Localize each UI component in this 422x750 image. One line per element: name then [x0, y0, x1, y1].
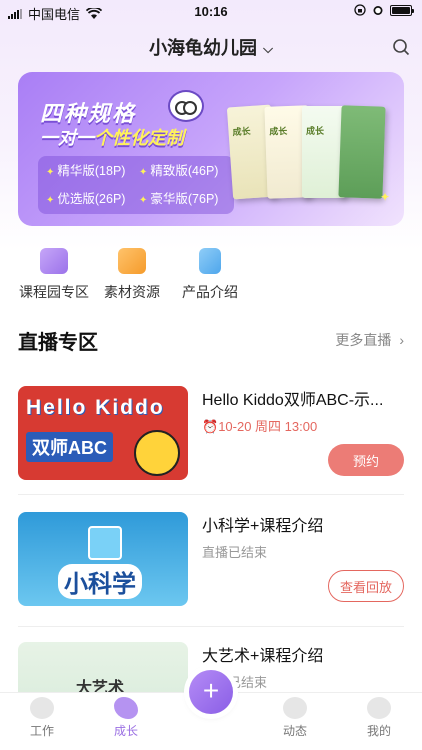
tab-work[interactable]: 工作 [12, 697, 72, 739]
alarm-clock-icon: ⏰ [202, 419, 219, 434]
status-bar: 中国电信 10:16 [0, 0, 422, 24]
live-section-header: 直播专区 更多直播 › [18, 324, 404, 354]
section-title: 直播专区 [18, 332, 98, 354]
reserve-button[interactable]: 预约 [328, 444, 404, 476]
live-card-status: 直播已结束 [202, 545, 268, 560]
spec-item: 优选版(26P) [46, 188, 133, 210]
app-screen: 中国电信 10:16 小海龟幼儿园 ⌵ 四种规格 一对一个性化定制 精华版(18P… [0, 0, 422, 750]
live-card-time: 10-20 周四 13:00 [218, 419, 318, 434]
more-live-link[interactable]: 更多直播 › [335, 330, 404, 350]
quick-link-label: 课程园专区 [19, 284, 89, 300]
quick-link-materials[interactable]: 素材资源 [102, 248, 162, 302]
live-card[interactable]: Hello Kiddo 双师ABC Hello Kiddo双师ABC-示... … [18, 386, 404, 482]
banner-subheadline: 一对一个性化定制 [40, 128, 184, 148]
kindergarten-selector[interactable]: 小海龟幼儿园 ⌵ [0, 34, 422, 60]
course-book-icon [40, 248, 68, 274]
tab-moments[interactable]: 动态 [265, 697, 325, 739]
planet-icon [283, 697, 307, 719]
live-card-title: 大艺术+课程介绍 [202, 648, 324, 665]
battery-icon [390, 4, 414, 16]
kindergarten-name: 小海龟幼儿园 [149, 38, 258, 58]
alarm-icon [373, 6, 383, 15]
rotation-lock-icon [354, 4, 366, 16]
tab-mine[interactable]: 我的 [349, 697, 409, 739]
book-cover-image [338, 105, 386, 199]
folder-icon [118, 248, 146, 274]
divider [18, 626, 404, 627]
add-button[interactable]: + [189, 670, 233, 714]
spec-item: 精致版(46P) [139, 160, 226, 182]
quick-link-products[interactable]: 产品介绍 [180, 248, 240, 302]
live-card-title: 小科学+课程介绍 [202, 518, 324, 535]
profile-icon [367, 697, 391, 719]
chevron-down-icon: ⌵ [263, 41, 273, 57]
document-icon [199, 248, 221, 274]
spec-list: 精华版(18P) 精致版(46P) 优选版(26P) 豪华版(76P) [38, 156, 234, 214]
live-thumbnail: Hello Kiddo 双师ABC [18, 386, 188, 480]
quick-link-label: 产品介绍 [182, 284, 238, 300]
live-thumbnail: 小科学 [18, 512, 188, 606]
live-card[interactable]: 小科学 小科学+课程介绍 直播已结束 查看回放 [18, 512, 404, 608]
science-logo-icon [88, 526, 122, 560]
chevron-right-icon: › [399, 332, 404, 348]
divider [18, 494, 404, 495]
top-bar: 小海龟幼儿园 ⌵ [0, 30, 422, 64]
live-card-title: Hello Kiddo双师ABC-示... [202, 392, 384, 409]
spec-item: 精华版(18P) [46, 160, 133, 182]
leaf-icon [114, 697, 138, 719]
replay-button[interactable]: 查看回放 [328, 570, 404, 602]
spec-item: 豪华版(76P) [139, 188, 226, 210]
sparkle-icon: ✦ [380, 190, 391, 204]
quick-link-label: 素材资源 [104, 284, 160, 300]
chat-bubble-icon [30, 697, 54, 719]
search-icon[interactable] [392, 38, 410, 56]
tab-growth[interactable]: 成长 [96, 697, 156, 739]
promo-banner[interactable]: 四种规格 一对一个性化定制 精华版(18P) 精致版(46P) 优选版(26P)… [18, 72, 404, 226]
owl-mascot-icon [168, 90, 204, 122]
bee-mascot-icon [134, 430, 180, 476]
quick-link-course[interactable]: 课程园专区 [18, 248, 90, 302]
